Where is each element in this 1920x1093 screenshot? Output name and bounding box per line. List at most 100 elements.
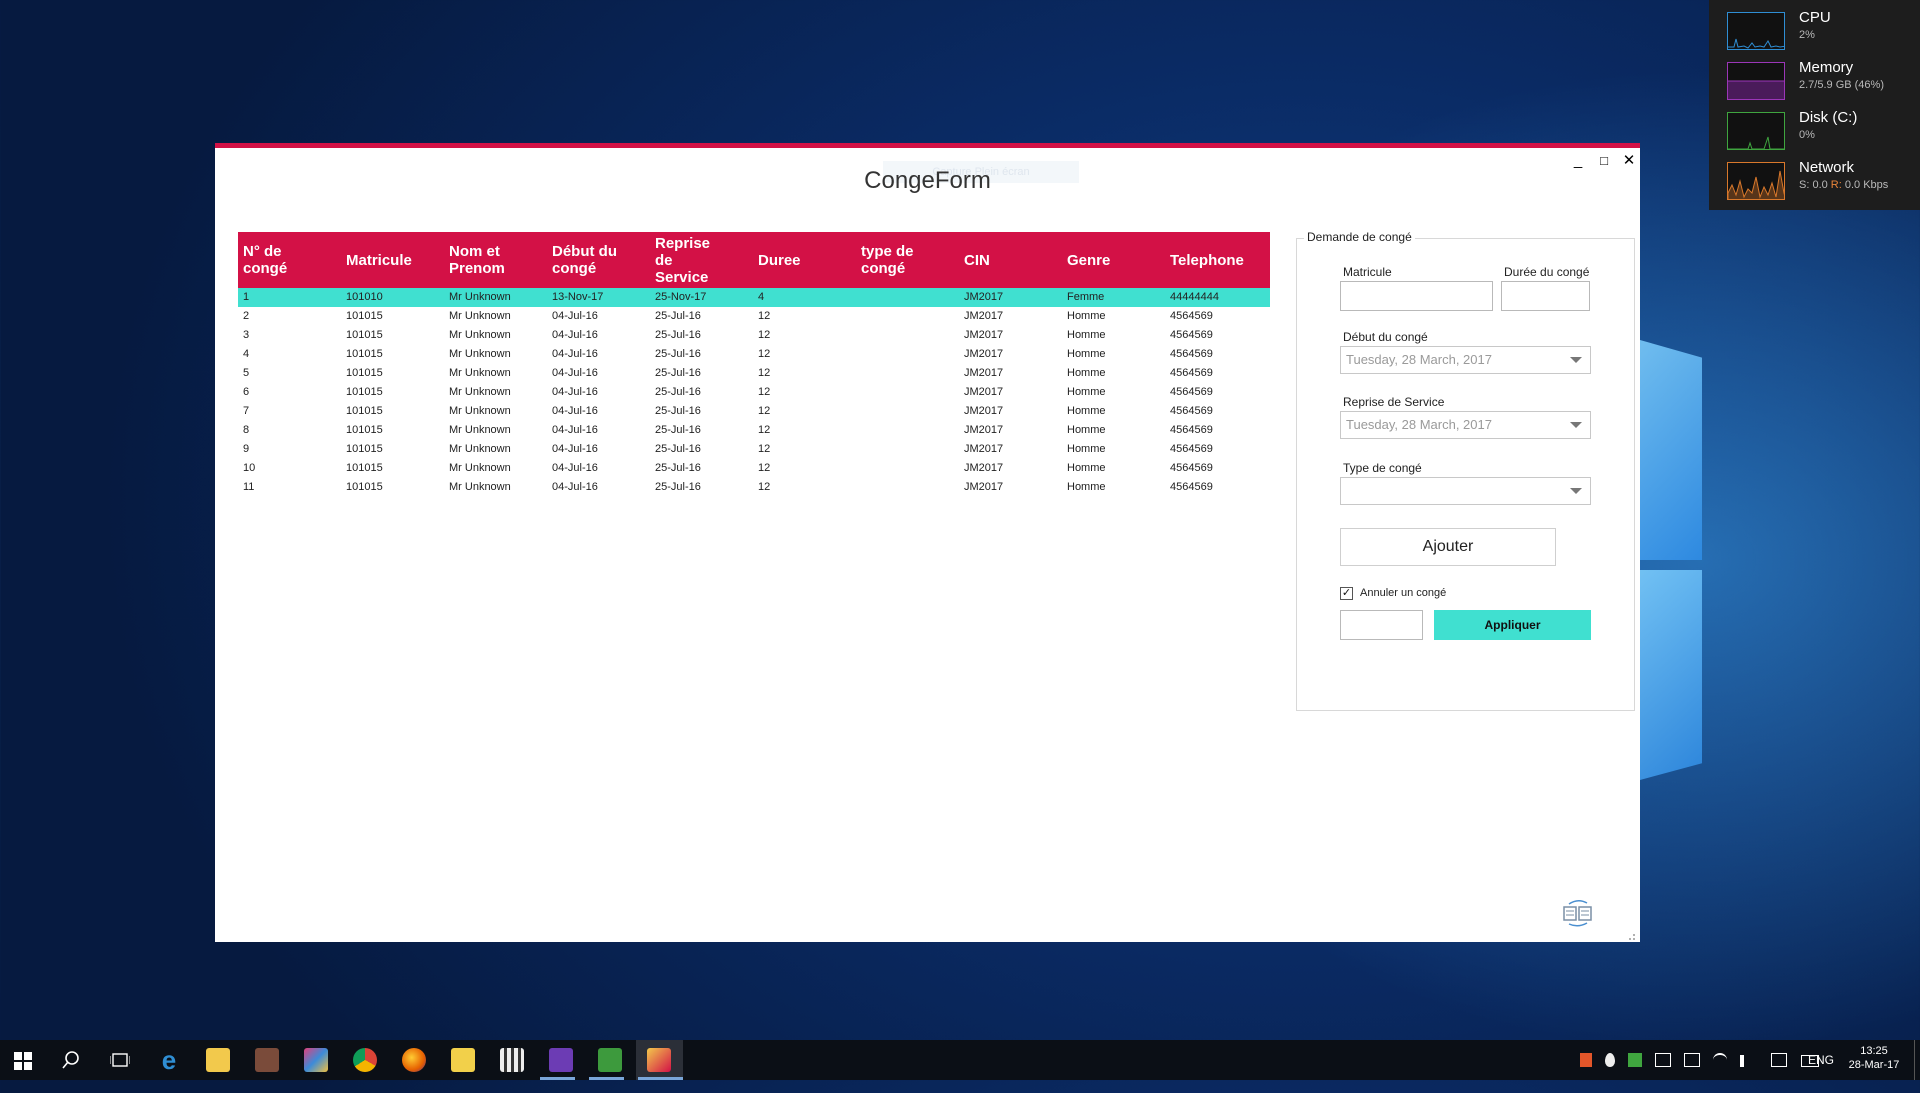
- table-cell: Homme: [1067, 367, 1106, 379]
- table-cell: 11: [243, 481, 255, 493]
- table-cell: 04-Jul-16: [552, 329, 598, 341]
- table-cell: Homme: [1067, 310, 1106, 322]
- table-cell: 4564569: [1170, 443, 1213, 455]
- annuler-id-input[interactable]: [1340, 610, 1423, 640]
- table-cell: 04-Jul-16: [552, 405, 598, 417]
- table-cell: JM2017: [964, 424, 1004, 436]
- task-view-icon[interactable]: [109, 1052, 131, 1073]
- type-conge-select[interactable]: [1340, 477, 1591, 505]
- ajouter-button[interactable]: Ajouter: [1340, 528, 1556, 566]
- disk-monitor: Disk (C:) 0%: [1719, 102, 1914, 150]
- table-cell: 101015: [346, 329, 383, 341]
- table-row[interactable]: 6 101015 Mr Unknown 04-Jul-16 25-Jul-16 12 JM2…: [238, 383, 1270, 402]
- duree-input[interactable]: [1501, 281, 1590, 311]
- clapperboard-icon[interactable]: [500, 1048, 524, 1072]
- search-icon[interactable]: [62, 1051, 80, 1074]
- column-header-cin[interactable]: CIN: [964, 232, 1044, 288]
- table-row[interactable]: 11 101015 Mr Unknown 04-Jul-16 25-Jul-16 12 JM…: [238, 478, 1270, 497]
- table-cell: Mr Unknown: [449, 386, 511, 398]
- annuler-checkbox[interactable]: ✓: [1340, 587, 1353, 600]
- start-button[interactable]: [14, 1052, 32, 1075]
- table-cell: 9: [243, 443, 250, 455]
- table-row[interactable]: 10 101015 Mr Unknown 04-Jul-16 25-Jul-16 12 JM…: [238, 459, 1270, 478]
- table-row[interactable]: 3 101015 Mr Unknown 04-Jul-16 25-Jul-16 12 JM2…: [238, 326, 1270, 345]
- close-button[interactable]: ✕: [1618, 152, 1640, 170]
- table-cell: 101010: [346, 291, 383, 303]
- conge-table[interactable]: N° de congé Matricule Nom et Prenom Débu…: [238, 232, 1270, 497]
- clock[interactable]: 13:25 28-Mar-17: [1846, 1040, 1902, 1080]
- volume-icon[interactable]: [1740, 1055, 1758, 1067]
- window-accent-bar: [215, 143, 1640, 148]
- table-row[interactable]: 1 101010 Mr Unknown 13-Nov-17 25-Nov-17 4 JM20…: [238, 288, 1270, 307]
- cpu-title: CPU: [1799, 9, 1831, 26]
- show-desktop-button[interactable]: [1914, 1040, 1915, 1080]
- table-cell: JM2017: [964, 405, 1004, 417]
- table-row[interactable]: 4 101015 Mr Unknown 04-Jul-16 25-Jul-16 12 JM2…: [238, 345, 1270, 364]
- column-header-debut[interactable]: Début du congé: [552, 232, 632, 288]
- drop-icon[interactable]: [1605, 1053, 1616, 1067]
- table-cell: 12: [758, 348, 771, 360]
- table-cell: JM2017: [964, 310, 1004, 322]
- debut-label: Début du congé: [1343, 330, 1428, 344]
- table-cell: 5: [243, 367, 250, 379]
- debut-datepicker[interactable]: Tuesday, 28 March, 2017: [1340, 346, 1591, 374]
- clock-date: 28-Mar-17: [1848, 1059, 1900, 1071]
- table-cell: 101015: [346, 386, 383, 398]
- minimize-button[interactable]: _: [1567, 152, 1589, 170]
- language-indicator[interactable]: ENG: [1808, 1040, 1834, 1080]
- chrome-icon[interactable]: [353, 1048, 377, 1072]
- matricule-label: Matricule: [1343, 265, 1392, 279]
- column-header-matricule[interactable]: Matricule: [346, 232, 441, 288]
- tray-icons: [1580, 1053, 1819, 1093]
- table-body: 1 101010 Mr Unknown 13-Nov-17 25-Nov-17 4 JM20…: [238, 288, 1270, 497]
- memory-graph: [1727, 62, 1785, 100]
- refresh-data-icon[interactable]: [1561, 898, 1595, 928]
- edge-icon[interactable]: e: [157, 1047, 181, 1073]
- matricule-input[interactable]: [1340, 281, 1493, 311]
- wifi-icon[interactable]: [1713, 1053, 1728, 1067]
- firefox-icon[interactable]: [402, 1048, 426, 1072]
- file-explorer-icon[interactable]: [206, 1048, 230, 1072]
- table-row[interactable]: 8 101015 Mr Unknown 04-Jul-16 25-Jul-16 12 JM2…: [238, 421, 1270, 440]
- table-row[interactable]: 7 101015 Mr Unknown 04-Jul-16 25-Jul-16 12 JM2…: [238, 402, 1270, 421]
- table-row[interactable]: 9 101015 Mr Unknown 04-Jul-16 25-Jul-16 12 JM2…: [238, 440, 1270, 459]
- notifications-icon[interactable]: [1771, 1053, 1788, 1067]
- resize-grip-icon[interactable]: [1626, 928, 1636, 940]
- keyboard-layout-icon[interactable]: [1684, 1053, 1701, 1067]
- paint-icon[interactable]: [304, 1048, 328, 1072]
- table-cell: 101015: [346, 424, 383, 436]
- folder-icon[interactable]: [451, 1048, 475, 1072]
- visual-studio-icon[interactable]: [549, 1048, 573, 1072]
- table-cell: 25-Jul-16: [655, 443, 701, 455]
- notepad-plus-icon[interactable]: [598, 1048, 622, 1072]
- column-header-telephone[interactable]: Telephone: [1170, 232, 1265, 288]
- column-header-nom[interactable]: Nom et Prenom: [449, 232, 529, 288]
- disk-value: 0%: [1799, 129, 1815, 141]
- column-header-numero[interactable]: N° de congé: [243, 232, 323, 288]
- sync-icon[interactable]: [1628, 1053, 1643, 1067]
- app-icon[interactable]: [255, 1048, 279, 1072]
- table-cell: Homme: [1067, 424, 1106, 436]
- table-row[interactable]: 5 101015 Mr Unknown 04-Jul-16 25-Jul-16 12 JM2…: [238, 364, 1270, 383]
- table-cell: Mr Unknown: [449, 291, 511, 303]
- debut-date-value: Tuesday, 28 March, 2017: [1346, 352, 1492, 367]
- table-cell: Mr Unknown: [449, 329, 511, 341]
- table-cell: Mr Unknown: [449, 310, 511, 322]
- column-header-type[interactable]: type de congé: [861, 232, 941, 288]
- battery-icon[interactable]: [1655, 1053, 1672, 1067]
- table-cell: 04-Jul-16: [552, 443, 598, 455]
- column-header-genre[interactable]: Genre: [1067, 232, 1147, 288]
- table-cell: 4: [758, 291, 765, 303]
- reprise-datepicker[interactable]: Tuesday, 28 March, 2017: [1340, 411, 1591, 439]
- column-header-reprise[interactable]: Reprise de Service: [655, 232, 725, 288]
- table-cell: Femme: [1067, 291, 1105, 303]
- table-cell: JM2017: [964, 462, 1004, 474]
- column-header-duree[interactable]: Duree: [758, 232, 838, 288]
- table-row[interactable]: 2 101015 Mr Unknown 04-Jul-16 25-Jul-16 12 JM2…: [238, 307, 1270, 326]
- appliquer-button[interactable]: Appliquer: [1434, 610, 1591, 640]
- chevron-down-icon: [1570, 422, 1582, 428]
- maximize-button[interactable]: □: [1593, 152, 1615, 170]
- office-icon[interactable]: [1580, 1053, 1592, 1067]
- congeform-app-icon[interactable]: [647, 1048, 671, 1072]
- taskbar: e ENG 13:25 28-Mar-17: [0, 1040, 1920, 1080]
